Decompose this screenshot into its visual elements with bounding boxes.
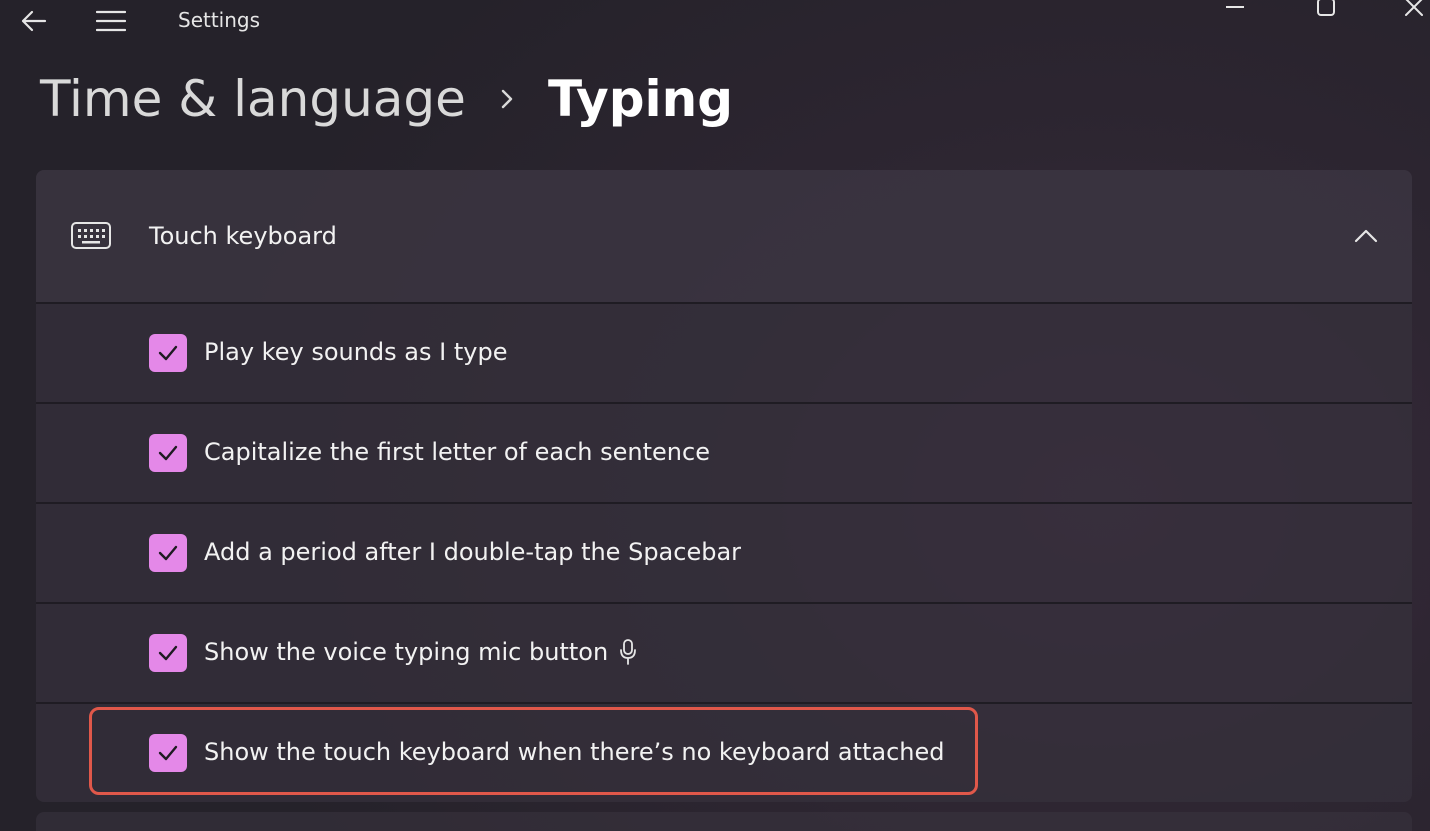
touch-keyboard-section: Touch keyboard Play key sounds as I type… <box>36 170 1412 802</box>
collapse-button[interactable] <box>1350 220 1382 252</box>
close-icon <box>1405 0 1423 16</box>
back-arrow-icon <box>21 10 47 32</box>
option-row-key-sounds: Play key sounds as I type <box>36 304 1412 404</box>
checkbox-voice-typing[interactable] <box>149 634 187 672</box>
hamburger-menu-icon <box>96 10 126 32</box>
breadcrumb-time-and-language[interactable]: Time & language <box>40 70 466 128</box>
microphone-icon <box>620 639 637 665</box>
maximize-icon <box>1317 0 1335 16</box>
back-button[interactable] <box>14 4 52 38</box>
close-button[interactable] <box>1394 0 1430 20</box>
checkbox-touch-keyboard-no-kb[interactable] <box>149 734 187 772</box>
checkbox-key-sounds[interactable] <box>149 334 187 372</box>
navigation-menu-button[interactable] <box>92 4 130 38</box>
checkmark-icon <box>158 545 178 561</box>
minimize-icon <box>1226 6 1244 8</box>
checkmark-icon <box>158 445 178 461</box>
option-label: Capitalize the first letter of each sent… <box>204 438 710 466</box>
checkbox-period[interactable] <box>149 534 187 572</box>
option-label: Show the voice typing mic button <box>204 638 609 666</box>
touch-keyboard-header[interactable]: Touch keyboard <box>36 170 1412 304</box>
breadcrumb: Time & language Typing <box>40 64 733 134</box>
option-row-period: Add a period after I double-tap the Spac… <box>36 504 1412 604</box>
maximize-button[interactable] <box>1306 0 1346 20</box>
option-label-wrap: Show the voice typing mic button <box>204 638 638 666</box>
chevron-right-icon <box>466 79 548 119</box>
option-row-touch-keyboard-no-kb: Show the touch keyboard when there’s no … <box>36 704 1412 802</box>
chevron-up-icon <box>1354 229 1378 243</box>
next-section-card <box>36 812 1412 831</box>
section-title: Touch keyboard <box>149 222 337 250</box>
app-title: Settings <box>178 8 261 32</box>
option-row-voice-typing: Show the voice typing mic button <box>36 604 1412 704</box>
option-row-capitalize: Capitalize the first letter of each sent… <box>36 404 1412 504</box>
option-label: Play key sounds as I type <box>204 338 508 366</box>
checkbox-capitalize[interactable] <box>149 434 187 472</box>
title-bar: Settings <box>0 0 1430 44</box>
checkmark-icon <box>158 645 178 661</box>
keyboard-icon <box>71 222 111 249</box>
minimize-button[interactable] <box>1215 0 1255 20</box>
option-label: Add a period after I double-tap the Spac… <box>204 538 742 566</box>
option-label: Show the touch keyboard when there’s no … <box>204 738 945 766</box>
checkmark-icon <box>158 745 178 761</box>
checkmark-icon <box>158 345 178 361</box>
page-title: Typing <box>547 70 734 128</box>
